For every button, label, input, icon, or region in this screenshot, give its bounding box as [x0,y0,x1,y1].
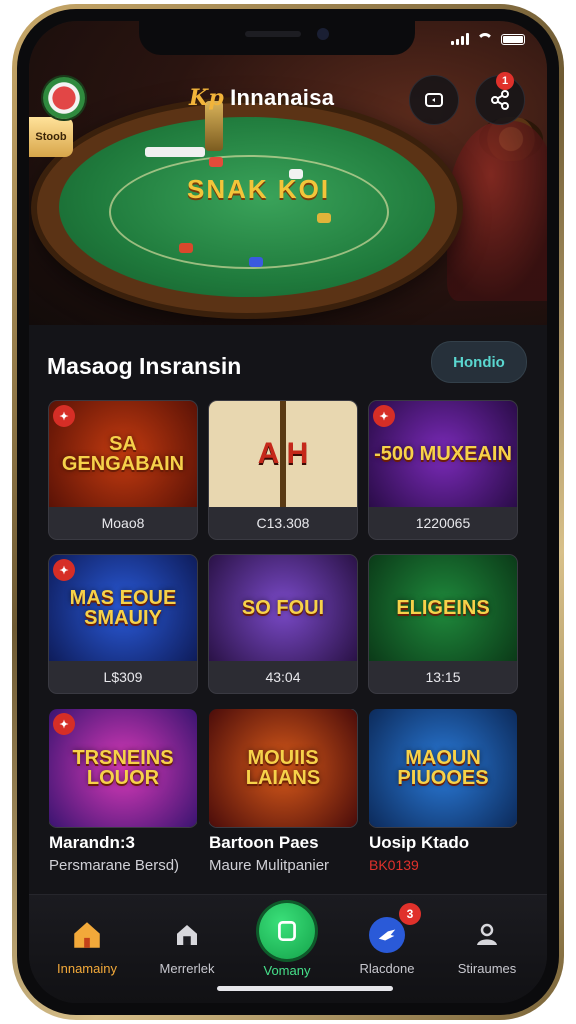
game-caption: 43:04 [265,669,301,685]
phone-bezel: SNAK KOI Stoob Kp Innanaisa 1 Masaog Ins… [17,9,559,1015]
chip [179,243,193,253]
app-screen: SNAK KOI Stoob Kp Innanaisa 1 Masaog Ins… [29,21,547,1003]
game-card[interactable]: ✦ TRSNEINS LOUOR Marandn:3 Persmarane Be… [49,709,197,879]
screen-rotate-icon [425,93,443,107]
signal-icon [451,33,469,45]
app-title-text: Innanaisa [230,85,335,110]
app-header: Kp Innanaisa 1 [29,63,547,125]
game-card[interactable]: MAOUN PIUOOES Uosip Ktado BK0139 [369,709,517,879]
game-title: Uosip Ktado [369,833,470,852]
share-button[interactable]: 1 [475,72,525,125]
chip [289,169,303,179]
game-subtitle: BK0139 [369,857,419,873]
game-title: Marandn:3 [49,833,135,852]
avatar[interactable] [43,77,85,119]
hero-badge[interactable]: Stoob [29,117,73,157]
chip [145,147,205,157]
notch [139,21,415,55]
game-card[interactable]: ✦ SA GENGABAIN Moao8 [49,401,197,539]
app-title: Kp Innanaisa [189,85,334,111]
tab-label: Rlacdone [359,961,415,976]
chip [249,257,263,267]
chip [317,213,331,223]
game-card[interactable]: ✦ MAS EOUE SMAUIY L$309 [49,555,197,693]
hot-icon: ✦ [53,559,75,581]
table-text: SNAK KOI [187,174,331,204]
hot-icon: ✦ [53,713,75,735]
casino-table: SNAK KOI [37,103,457,313]
logo-mark: Kp [189,85,225,111]
hot-icon: ✦ [53,405,75,427]
home-indicator[interactable] [217,986,393,991]
bird-icon [378,929,396,941]
game-card[interactable]: ELIGEINS 13:15 [369,555,517,693]
game-card[interactable]: A H C13.308 [209,401,357,539]
game-art: MOUIIS LAIANS [209,709,357,827]
game-art: MAOUN PIUOOES [369,709,517,827]
game-caption: 1220065 [415,515,471,531]
table-line [109,155,389,269]
game-subtitle: Maure Mulitpanier [209,857,330,874]
game-caption: L$309 [103,669,143,685]
share-network-icon [491,90,509,110]
game-art: SO FOUI [209,555,357,661]
table-felt: SNAK KOI [59,117,435,297]
game-subtitle: Persmarane Bersd) [49,857,180,874]
tab-profile[interactable]: Stiraumes [439,909,535,989]
game-caption: C13.308 [256,515,310,531]
player-figure [447,121,547,301]
home-icon [74,922,100,948]
wifi-icon [477,33,493,45]
speaker [245,31,301,37]
square-icon [278,920,296,942]
game-title: Bartoon Paes [209,833,319,852]
tab-market[interactable]: Merrerlek [139,909,235,989]
battery-icon [501,33,525,45]
game-caption: 13:15 [425,669,461,685]
tab-label: Vomany [263,963,311,978]
notification-badge: 1 [496,72,514,90]
chip [209,157,223,167]
filter-pill[interactable]: Hondio [431,341,527,383]
game-art: ELIGEINS [369,555,517,661]
game-card[interactable]: ✦ -500 MUXEAIN 1220065 [369,401,517,539]
game-card[interactable]: MOUIIS LAIANS Bartoon Paes Maure Mulitpa… [209,709,369,879]
status-bar [451,33,525,45]
tab-label: Stiraumes [457,961,517,976]
game-caption: Moao8 [101,515,145,531]
tab-label: Merrerlek [159,961,215,976]
tab-label: Innamainy [57,961,117,976]
section-header: Masaog Insransin Hondio [29,339,547,391]
tab-home[interactable]: Innamainy [39,909,135,989]
user-icon [477,923,497,945]
front-camera [317,28,329,40]
house-outline-icon [177,925,197,945]
phone-frame: SNAK KOI Stoob Kp Innanaisa 1 Masaog Ins… [12,4,564,1020]
section-title: Masaog Insransin [47,353,242,379]
tab-notifications[interactable]: 3 Rlacdone [339,903,435,989]
game-card[interactable]: SO FOUI 43:04 [209,555,357,693]
rotate-button[interactable] [409,75,459,125]
game-art: A H [209,401,357,507]
hot-icon: ✦ [373,405,395,427]
notification-badge: 3 [399,903,421,925]
tab-center[interactable]: Vomany [239,903,335,989]
